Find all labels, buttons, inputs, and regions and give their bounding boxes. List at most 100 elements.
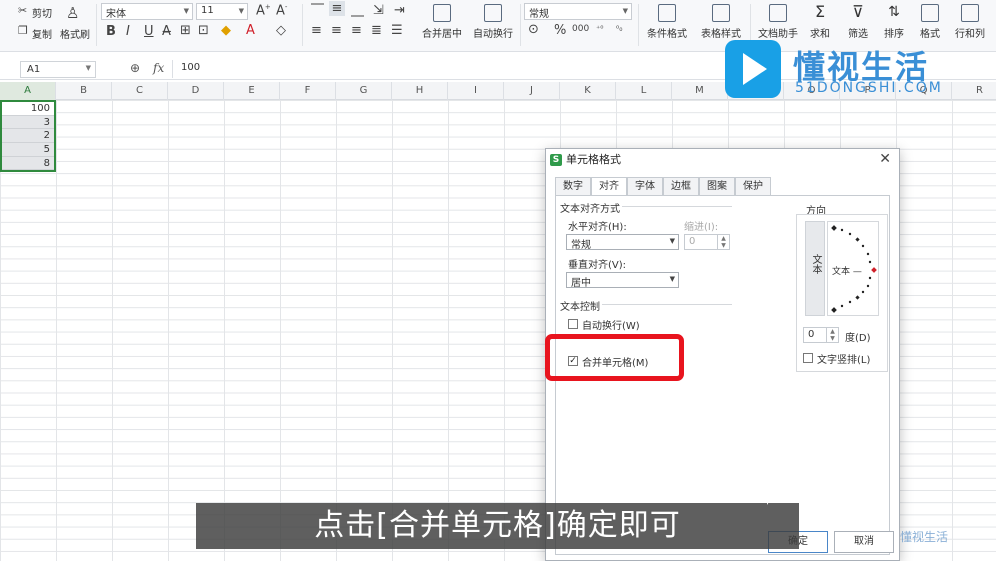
align-center-icon[interactable]: ≡ xyxy=(331,23,342,38)
degrees-label: 度(D) xyxy=(845,333,871,344)
rows-cols-button[interactable]: 行和列 xyxy=(950,4,990,40)
cell[interactable]: 2 xyxy=(2,129,54,144)
corner-watermark: 懂视生活 xyxy=(900,530,949,544)
horizontal-align-label: 水平对齐(H): xyxy=(568,222,627,233)
thousands-icon[interactable]: 000 xyxy=(572,24,589,34)
cell-style-icon[interactable]: ⊡ xyxy=(198,23,209,38)
selected-range[interactable]: 100 3 2 5 8 xyxy=(0,100,56,172)
column-header[interactable]: L xyxy=(616,82,672,100)
doc-helper-button[interactable]: 文档助手 xyxy=(756,4,800,40)
close-icon[interactable]: ✕ xyxy=(879,151,891,167)
copy-button[interactable]: 复制 xyxy=(32,26,52,41)
table-style-button[interactable]: 表格样式 xyxy=(697,4,745,40)
filter-button[interactable]: ⊽ 筛选 xyxy=(840,4,876,41)
cell[interactable]: 100 xyxy=(2,102,54,116)
font-name-select[interactable]: 宋体 ▼ xyxy=(101,3,193,20)
zoom-icon[interactable]: ⊕ xyxy=(130,61,140,75)
brush-icon: ♙ xyxy=(66,4,80,22)
align-top-icon[interactable]: ⎺ xyxy=(311,3,324,18)
degrees-spinner[interactable]: 0 ▲ ▼ xyxy=(803,327,839,343)
percent-icon[interactable]: % xyxy=(554,23,566,38)
column-header[interactable]: E xyxy=(224,82,280,100)
strikethrough-icon[interactable]: A̶ xyxy=(162,24,171,39)
play-logo-icon xyxy=(725,40,781,98)
tab-item[interactable]: 边框 xyxy=(663,177,699,195)
currency-icon[interactable]: ⊙ xyxy=(528,22,539,37)
cancel-button[interactable]: 取消 xyxy=(834,531,894,553)
align-right-icon[interactable]: ≡ xyxy=(351,23,362,38)
caption-subtitle: 点击[合并单元格]确定即可 xyxy=(196,503,799,549)
indent-icon[interactable]: ⇥ xyxy=(394,3,405,18)
tab-item[interactable]: 对齐 xyxy=(591,177,627,196)
name-box[interactable]: A1 ▼ xyxy=(20,61,96,78)
tab-item[interactable]: 字体 xyxy=(627,177,663,195)
divider xyxy=(520,4,521,46)
underline-icon[interactable]: U xyxy=(144,24,154,39)
horizontal-align-select[interactable]: 常规 ▼ xyxy=(566,234,679,251)
formula-input[interactable]: 100 xyxy=(172,60,692,78)
column-header[interactable]: D xyxy=(168,82,224,100)
column-header[interactable]: I xyxy=(448,82,504,100)
italic-icon[interactable]: I xyxy=(126,24,130,39)
conditional-format-button[interactable]: 条件格式 xyxy=(643,4,691,40)
column-header[interactable]: J xyxy=(504,82,560,100)
bold-icon[interactable]: B xyxy=(106,24,116,39)
orientation-dial[interactable]: 文本 — xyxy=(827,221,879,316)
align-middle-icon[interactable]: ≡ xyxy=(329,1,345,16)
column-header[interactable]: A xyxy=(0,82,56,100)
border-icon[interactable]: ⊞ xyxy=(180,23,191,38)
column-header[interactable]: F xyxy=(280,82,336,100)
column-header[interactable]: K xyxy=(560,82,616,100)
document-icon xyxy=(769,4,787,22)
vertical-stack-label: 文字竖排(L) xyxy=(817,355,871,366)
rows-cols-icon xyxy=(961,4,979,22)
fill-color-icon[interactable]: ◆ xyxy=(221,23,231,38)
vertical-align-select[interactable]: 居中 ▼ xyxy=(566,272,679,289)
fx-icon[interactable]: fx xyxy=(153,61,164,75)
vertical-stack-checkbox[interactable] xyxy=(803,353,813,363)
cell[interactable]: 8 xyxy=(2,157,54,171)
decrease-font-icon[interactable]: A- xyxy=(276,3,287,18)
table-icon xyxy=(658,4,676,22)
divider xyxy=(302,4,303,46)
vertical-text-toggle[interactable]: 文本 xyxy=(805,221,825,316)
indent-spinner[interactable]: 0 ▲ ▼ xyxy=(684,234,730,250)
text-align-section-label: 文本对齐方式 xyxy=(560,204,620,215)
tab-item[interactable]: 图案 xyxy=(699,177,735,195)
distributed-icon[interactable]: ☰ xyxy=(391,23,403,38)
column-header[interactable]: B xyxy=(56,82,112,100)
justify-icon[interactable]: ≣ xyxy=(371,23,382,38)
format-painter-button[interactable]: 格式刷 xyxy=(60,26,90,41)
wrap-icon xyxy=(484,4,502,22)
column-header[interactable]: C xyxy=(112,82,168,100)
cell[interactable]: 5 xyxy=(2,143,54,157)
decrease-decimal-icon[interactable]: ⁰₀ xyxy=(616,24,622,33)
increase-font-icon[interactable]: A+ xyxy=(256,3,271,18)
merge-center-button[interactable]: 合并居中 xyxy=(417,4,467,40)
tab-item[interactable]: 数字 xyxy=(555,177,591,195)
align-bottom-icon[interactable]: ⎽ xyxy=(351,3,364,18)
column-header[interactable]: M xyxy=(672,82,728,100)
cell[interactable]: 3 xyxy=(2,116,54,130)
tab-item[interactable]: 保护 xyxy=(735,177,771,195)
increase-decimal-icon[interactable]: ⁺⁰ xyxy=(596,24,603,33)
font-size-select[interactable]: 11 ▼ xyxy=(196,3,248,20)
align-left-icon[interactable]: ≡ xyxy=(311,23,322,38)
sort-icon: ⇅ xyxy=(888,4,900,20)
column-header[interactable]: R xyxy=(952,82,996,100)
format-button[interactable]: 格式 xyxy=(912,4,948,40)
font-color-icon[interactable]: A xyxy=(246,23,255,38)
vertical-align-label: 垂直对齐(V): xyxy=(568,260,627,271)
column-header[interactable]: H xyxy=(392,82,448,100)
sort-button[interactable]: ⇅ 排序 xyxy=(876,4,912,40)
mouse-cursor-icon xyxy=(767,495,773,505)
sum-button[interactable]: Σ 求和 xyxy=(802,4,838,41)
wrap-text-button[interactable]: 自动换行 xyxy=(470,4,516,40)
eraser-icon[interactable]: ◇ xyxy=(276,23,286,38)
spreadsheet-app: { "ribbon":{ "cut":"剪切","copy":"复制","for… xyxy=(0,0,996,561)
column-header[interactable]: G xyxy=(336,82,392,100)
wrap-text-checkbox[interactable] xyxy=(568,319,578,329)
cut-button[interactable]: 剪切 xyxy=(32,5,52,20)
number-format-select[interactable]: 常规 ▼ xyxy=(524,3,632,20)
orientation-icon[interactable]: ⇲ xyxy=(373,3,384,18)
